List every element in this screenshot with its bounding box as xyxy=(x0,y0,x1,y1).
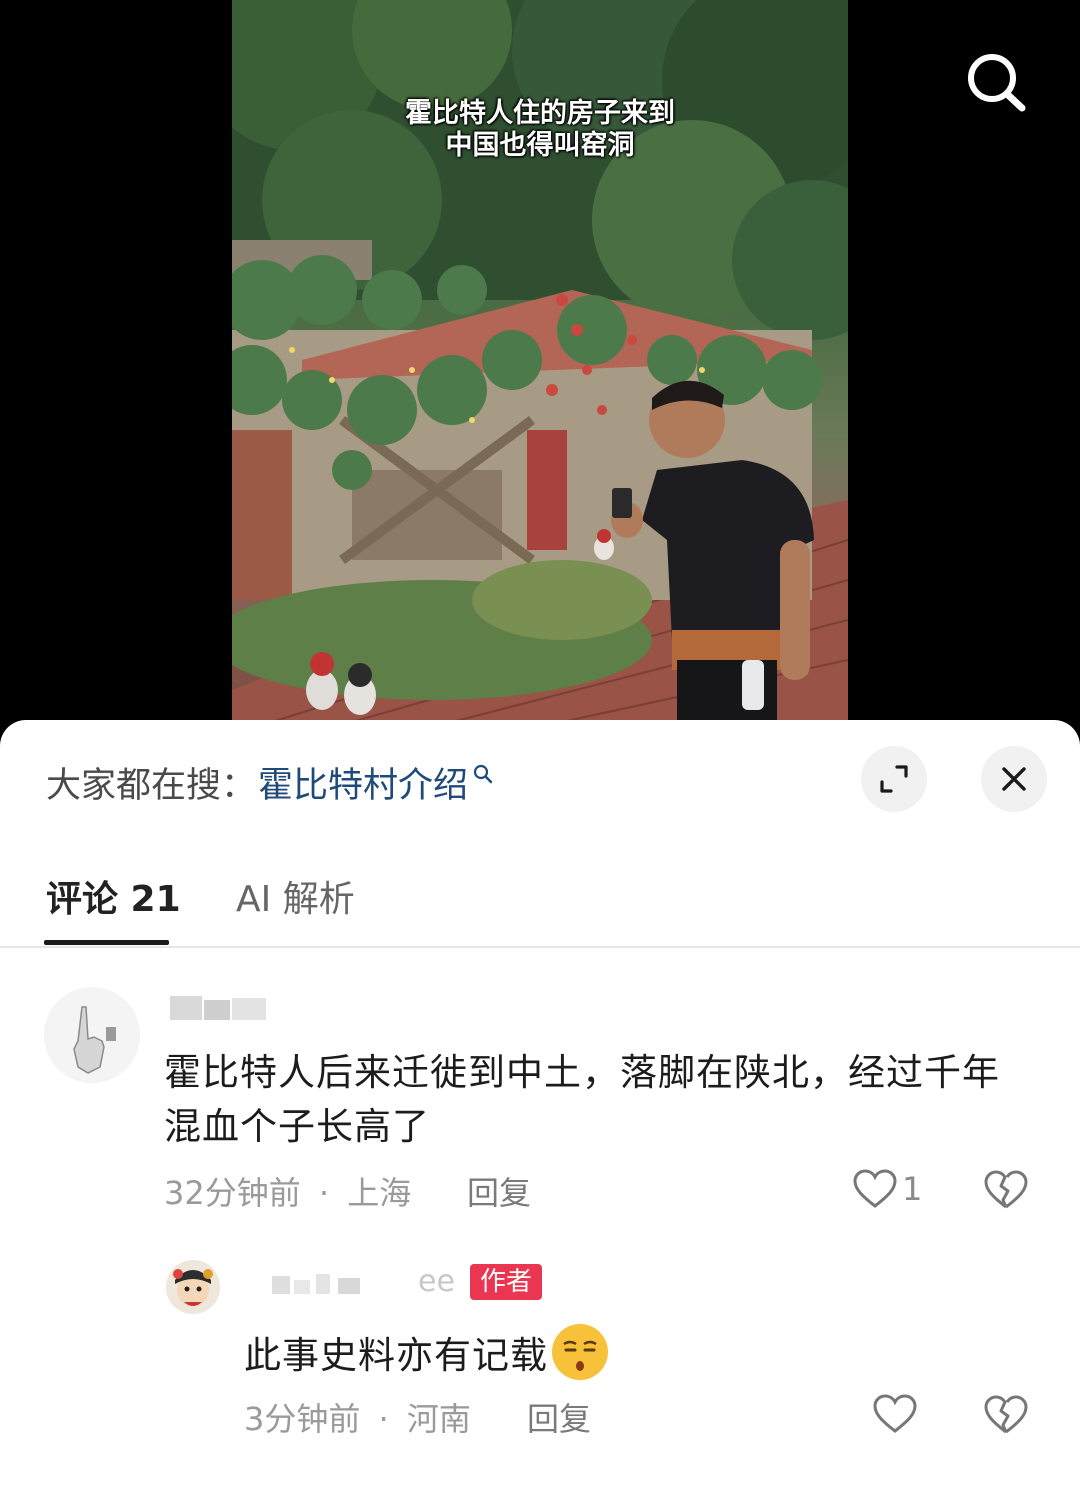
reply-text: 此事史料亦有记载 xyxy=(244,1334,548,1377)
suggest-query-link[interactable]: 霍比特村介绍 xyxy=(258,757,468,808)
comment-time: 32分钟前 xyxy=(164,1174,301,1212)
like-button[interactable] xyxy=(872,1393,918,1435)
meta-separator: · xyxy=(378,1400,389,1438)
close-button[interactable] xyxy=(981,746,1047,812)
reply-button[interactable]: 回复 xyxy=(527,1394,591,1440)
avatar[interactable] xyxy=(44,987,140,1083)
like-count: 1 xyxy=(902,1170,923,1208)
search-button[interactable] xyxy=(962,50,1032,114)
comment-location: 上海 xyxy=(347,1174,412,1212)
tab-comments[interactable]: 评论 21 xyxy=(46,870,181,922)
search-icon xyxy=(968,54,1026,112)
smirk-emoji-icon xyxy=(552,1324,608,1380)
reply-location: 河南 xyxy=(406,1400,471,1438)
heart-icon xyxy=(853,1169,897,1208)
reply-text-row: 此事史料亦有记载 xyxy=(244,1322,610,1382)
reply-username-text: ee xyxy=(418,1264,455,1299)
search-suggestion[interactable]: 大家都在搜： 霍比特村介绍 xyxy=(46,754,494,810)
tab-ai-analysis[interactable]: AI 解析 xyxy=(236,870,355,922)
dislike-button[interactable] xyxy=(984,1170,1028,1214)
cartoon-avatar-icon xyxy=(166,1260,220,1314)
reply-meta: 3分钟前 · 河南 xyxy=(244,1394,471,1440)
heart-icon xyxy=(873,1394,917,1433)
video-caption-line1: 霍比特人住的房子来到 xyxy=(405,98,675,129)
author-badge: 作者 xyxy=(470,1264,543,1300)
active-tab-indicator xyxy=(44,940,169,945)
avatar[interactable] xyxy=(166,1260,220,1314)
broken-heart-icon xyxy=(984,1170,1028,1209)
comment-meta: 32分钟前 · 上海 xyxy=(164,1168,411,1214)
suggest-label: 大家都在搜： xyxy=(46,765,257,806)
like-button[interactable]: 1 xyxy=(852,1168,922,1210)
hand-avatar-icon xyxy=(44,987,140,1083)
username-blurred xyxy=(272,1274,360,1294)
dislike-button[interactable] xyxy=(984,1395,1028,1439)
close-icon xyxy=(1002,767,1026,791)
expand-button[interactable] xyxy=(861,746,927,812)
video-caption: 霍比特人住的房子来到 中国也得叫窑洞 xyxy=(372,98,708,162)
username-blurred[interactable] xyxy=(166,992,270,1024)
broken-heart-icon xyxy=(984,1395,1028,1434)
comment-tabs: 评论 21 AI 解析 xyxy=(0,860,1080,948)
reply-time: 3分钟前 xyxy=(244,1400,361,1438)
video-frame[interactable]: 霍比特人住的房子来到 中国也得叫窑洞 xyxy=(232,0,848,722)
comments-sheet: 大家都在搜： 霍比特村介绍 评论 21 AI 解析 霍比特人后来迁徙到中土，落脚… xyxy=(0,720,1080,1485)
reply-button[interactable]: 回复 xyxy=(467,1168,531,1214)
video-player[interactable]: 霍比特人住的房子来到 中国也得叫窑洞 xyxy=(0,0,1080,722)
small-search-icon xyxy=(473,764,493,784)
expand-icon xyxy=(880,765,908,793)
video-caption-line2: 中国也得叫窑洞 xyxy=(445,130,635,161)
comment-text: 霍比特人后来迁徙到中土，落脚在陕北，经过千年混血个子长高了 xyxy=(164,1051,1000,1148)
meta-separator: · xyxy=(318,1174,330,1212)
reply-username[interactable]: ee xyxy=(242,1264,455,1299)
